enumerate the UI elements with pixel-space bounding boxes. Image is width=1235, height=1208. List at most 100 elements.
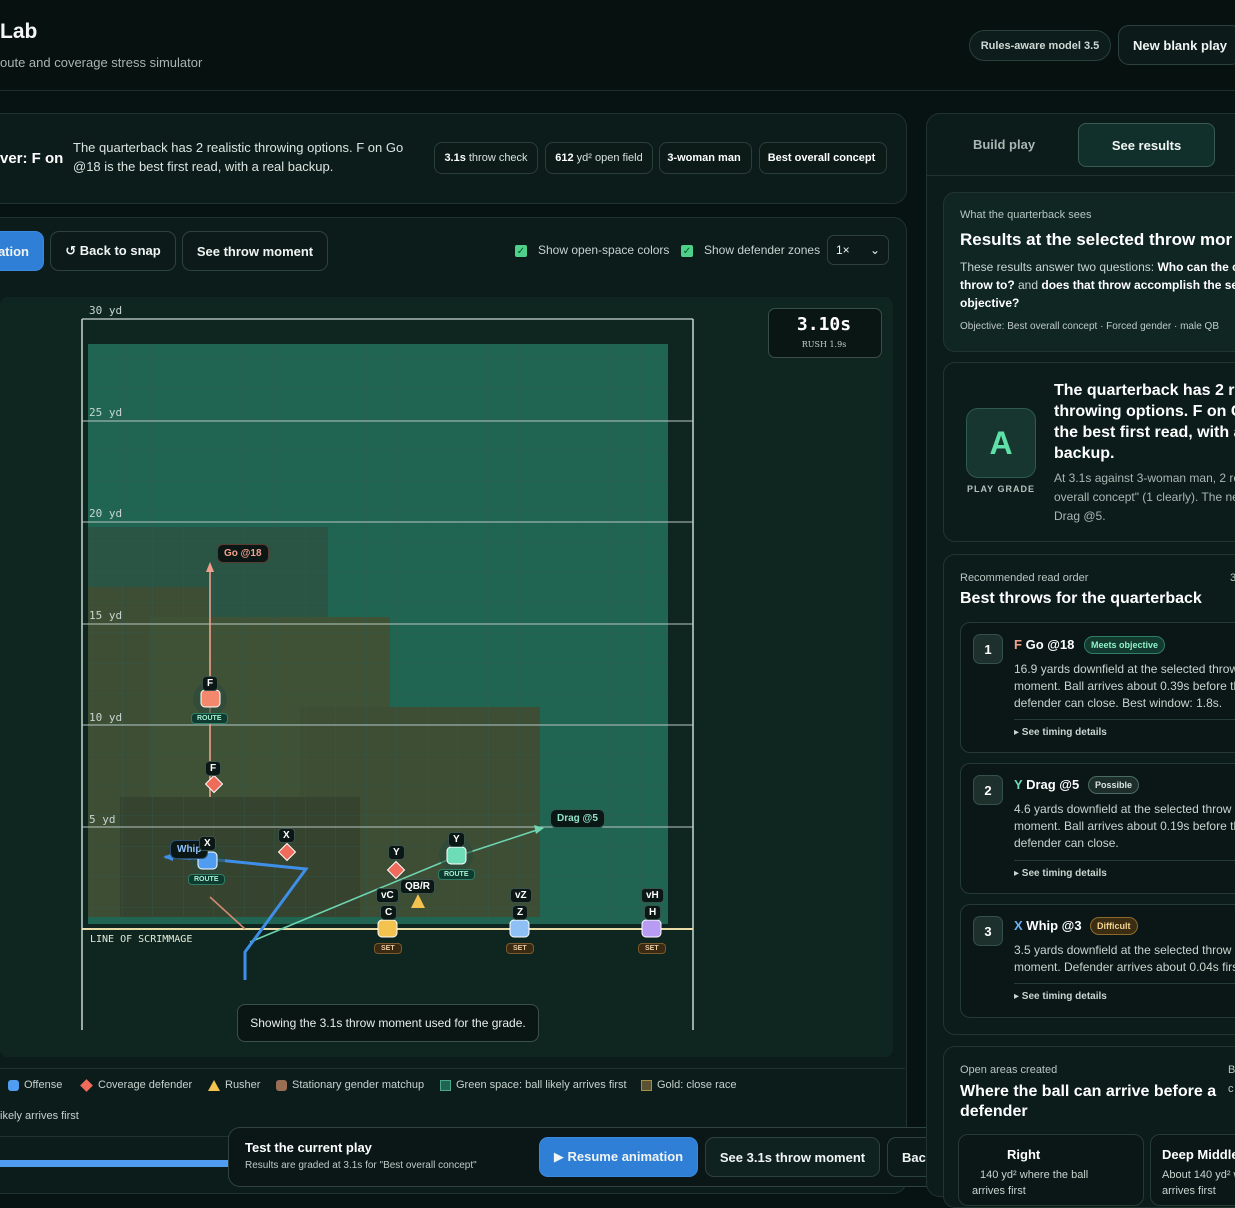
resume-animation-button[interactable]: ▶ Resume animation [539, 1137, 698, 1177]
yard-label-30: 30 yd [89, 304, 123, 317]
tag-y: Y [448, 832, 465, 847]
tab-see-results[interactable]: See results [1078, 123, 1215, 167]
stat-objective: Best overall concept [759, 142, 887, 174]
timing-details-1[interactable]: ▸ See timing details [1014, 727, 1107, 738]
read-order-caption: Recommended read order [960, 572, 1089, 584]
tag-vh: vH [641, 888, 664, 903]
drag-route-label: Drag @5 [550, 809, 605, 828]
read-body-3: 3.5 yards downfield at the selected thro… [1014, 943, 1235, 974]
badge-route-x: ROUTE [188, 874, 225, 885]
read-title-1: F Go @18 [1014, 637, 1075, 652]
open-space-label: Show open-space colors [538, 243, 670, 257]
qb-sees-caption: What the quarterback sees [960, 209, 1092, 221]
legend-red: ikely arrives first [0, 1110, 79, 1122]
line-of-scrimmage-label: LINE OF SCRIMMAGE [90, 934, 193, 945]
model-pill: Rules-aware model 3.5 [969, 30, 1111, 61]
app-title: Lab [0, 20, 38, 43]
legend-gold: Gold: close race [641, 1079, 736, 1091]
qb-sees-body: These results answer two questions: Who … [960, 260, 1235, 310]
yard-label-5: 5 yd [89, 813, 116, 826]
test-play-title: Test the current play [245, 1140, 372, 1155]
open-space-checkbox[interactable]: ✓ [515, 245, 527, 257]
grade-headline: The quarterback has 2 r throwing options… [1054, 382, 1235, 462]
tag-f-def: F [205, 761, 222, 776]
tabs-divider [926, 175, 1235, 176]
see-throw-moment-bottom-button[interactable]: See 3.1s throw moment [705, 1137, 880, 1177]
receiver-c[interactable] [377, 919, 398, 938]
tag-x-def: X [278, 828, 295, 843]
tag-h: H [644, 905, 662, 920]
tab-build-play[interactable]: Build play [936, 125, 1072, 163]
stationary-swatch-icon [276, 1079, 287, 1091]
receiver-y[interactable] [446, 846, 467, 865]
read-title-3: X Whip @3 [1014, 918, 1082, 933]
area-right-name: Right [1007, 1147, 1041, 1162]
see-throw-moment-button[interactable]: See throw moment [182, 231, 328, 271]
tag-vz: vZ [510, 888, 532, 903]
area-deep-middle-body: About 140 yd² w arrives first [1162, 1169, 1235, 1197]
yard-label-25: 25 yd [89, 406, 123, 419]
legend-rusher: Rusher [208, 1079, 260, 1091]
test-play-sub: Results are graded at 3.1s for "Best ove… [245, 1160, 477, 1171]
tag-vc: vC [376, 888, 399, 903]
play-animation-button[interactable]: ation [0, 231, 44, 271]
qb-sees-meta: Objective: Best overall concept · Forced… [960, 321, 1220, 332]
green-swatch-icon [440, 1079, 451, 1091]
defender-zones-label: Show defender zones [704, 243, 821, 257]
tag-f: F [202, 676, 219, 691]
play-grade-label: PLAY GRADE [966, 484, 1036, 494]
read-badge-2: Possible [1088, 776, 1140, 794]
gold-swatch-icon [641, 1079, 652, 1091]
open-areas-caption: Open areas created [960, 1064, 1058, 1076]
play-grade-badge: A [966, 408, 1036, 478]
legend-stationary: Stationary gender matchup [276, 1079, 424, 1091]
tag-x: X [199, 836, 216, 851]
timing-details-3[interactable]: ▸ See timing details [1014, 991, 1107, 1002]
rush-time: RUSH 1.9s [801, 340, 847, 349]
new-blank-play-button[interactable]: New blank play [1118, 25, 1235, 65]
badge-set-h: SET [638, 943, 666, 954]
legend-green: Green space: ball likely arrives first [440, 1079, 627, 1091]
clock-time: 3.10s [796, 314, 852, 335]
open-areas-caption-right: B [1228, 1064, 1235, 1076]
read-title-2: Y Drag @5 [1014, 777, 1080, 792]
badge-set-z: SET [506, 943, 534, 954]
receiver-f[interactable] [200, 689, 221, 708]
read-number-1: 1 [973, 634, 1003, 664]
timeline-progress[interactable] [0, 1160, 240, 1167]
receiver-h[interactable] [641, 919, 662, 938]
back-to-snap-button[interactable]: ↺ Back to snap [50, 231, 176, 271]
app-subtitle: oute and coverage stress simulator [0, 55, 203, 70]
timing-details-2[interactable]: ▸ See timing details [1014, 868, 1107, 879]
tag-y-def: Y [388, 845, 405, 860]
legend-divider [0, 1068, 905, 1069]
throw-moment-caption: Showing the 3.1s throw moment used for t… [237, 1004, 539, 1042]
read-badge-3: Difficult [1090, 917, 1138, 935]
summary-answer: ver: F on [0, 150, 64, 167]
summary-text: The quarterback has 2 realistic throwing… [73, 140, 404, 174]
chevron-down-icon: ⌄ [869, 243, 880, 257]
read-number-2: 2 [973, 775, 1003, 805]
field-grid [88, 344, 668, 924]
badge-route-f: ROUTE [191, 713, 228, 724]
badge-set-c: SET [374, 943, 402, 954]
triangle-icon [208, 1079, 220, 1091]
speed-select[interactable]: 1× ⌄ [827, 235, 889, 265]
open-areas-caption-right2: c [1228, 1083, 1234, 1095]
read-badge-1: Meets objective [1084, 636, 1166, 654]
area-right-body: 140 yd² where the ball arrives first [972, 1169, 1089, 1197]
legend-coverage: Coverage defender [80, 1078, 192, 1092]
read-order-title: Best throws for the quarterback [960, 590, 1202, 607]
diamond-icon [80, 1078, 93, 1092]
read-body-1: 16.9 yards downfield at the selected thr… [1014, 662, 1235, 710]
qb-sees-title: Results at the selected throw mor [960, 230, 1233, 249]
read-number-3: 3 [973, 916, 1003, 946]
stat-throw-check: 3.1s throw check [434, 142, 538, 174]
read-body-2: 4.6 yards downfield at the selected thro… [1014, 802, 1235, 850]
legend-offense: Offense [8, 1079, 62, 1091]
offense-swatch-icon [8, 1079, 19, 1091]
area-deep-middle-name: Deep Middle [1162, 1147, 1235, 1162]
receiver-z[interactable] [509, 919, 530, 938]
stat-coverage: 3-woman man [659, 142, 752, 174]
defender-zones-checkbox[interactable]: ✓ [681, 245, 693, 257]
